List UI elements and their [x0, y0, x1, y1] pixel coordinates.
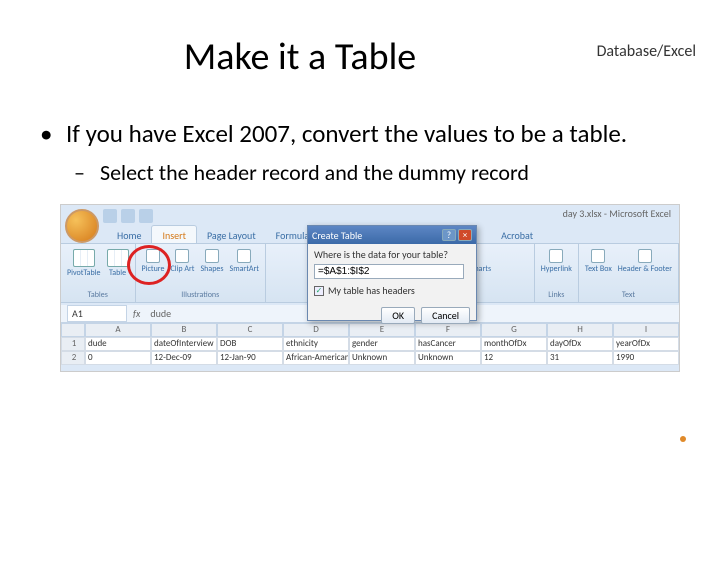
cancel-button[interactable]: Cancel: [421, 307, 470, 324]
content: • If you have Excel 2007, convert the va…: [40, 118, 680, 186]
group-text: Text Box Header & Footer Text: [579, 244, 679, 302]
group-links: Hyperlink Links: [535, 244, 579, 302]
group-illustrations: Picture Clip Art Shapes SmartArt Illustr…: [136, 244, 266, 302]
cell[interactable]: gender: [349, 337, 415, 351]
checkbox-icon: ✓: [314, 286, 324, 296]
cell[interactable]: dude: [85, 337, 151, 351]
app-titlebar: day 3.xlsx - Microsoft Excel: [563, 207, 671, 220]
row-header[interactable]: 1: [61, 337, 85, 351]
cell[interactable]: 12-Dec-09: [151, 351, 217, 365]
cell[interactable]: 1990: [613, 351, 679, 365]
quick-access-toolbar[interactable]: [103, 209, 153, 223]
shapes-button[interactable]: Shapes: [200, 249, 223, 274]
picture-button[interactable]: Picture: [142, 249, 165, 274]
cell[interactable]: 12: [481, 351, 547, 365]
cell[interactable]: yearOfDx: [613, 337, 679, 351]
col-g[interactable]: G: [481, 323, 547, 337]
cell[interactable]: Unknown: [349, 351, 415, 365]
excel-screenshot: day 3.xlsx - Microsoft Excel Home Insert…: [60, 204, 680, 372]
group-tables-label: Tables: [88, 290, 108, 300]
table-row: 1 dude dateOfInterview DOB ethnicity gen…: [61, 337, 679, 351]
bullet-dot: •: [40, 118, 58, 149]
col-h[interactable]: H: [547, 323, 613, 337]
range-input[interactable]: [314, 264, 464, 279]
office-button[interactable]: [65, 209, 99, 243]
name-box[interactable]: A1: [67, 305, 127, 322]
header-footer-button[interactable]: Header & Footer: [618, 249, 672, 274]
group-illustrations-label: Illustrations: [181, 290, 219, 300]
table-button[interactable]: Table: [107, 249, 129, 278]
checkbox-label: My table has headers: [328, 284, 415, 297]
cell[interactable]: monthOfDx: [481, 337, 547, 351]
row-header[interactable]: 2: [61, 351, 85, 365]
group-tables: PivotTable Table Tables: [61, 244, 136, 302]
dialog-title: Create Table: [312, 229, 362, 242]
col-c[interactable]: C: [217, 323, 283, 337]
tab-insert[interactable]: Insert: [151, 225, 197, 245]
cell[interactable]: 12-Jan-90: [217, 351, 283, 365]
clipart-button[interactable]: Clip Art: [170, 249, 194, 274]
create-table-dialog: Create Table ? × Where is the data for y…: [307, 225, 477, 321]
sub-bullet-text: Select the header record and the dummy r…: [100, 159, 529, 186]
cell[interactable]: dayOfDx: [547, 337, 613, 351]
cell[interactable]: dateOfInterview: [151, 337, 217, 351]
group-links-label: Links: [548, 290, 564, 300]
ok-button[interactable]: OK: [381, 307, 415, 324]
group-text-label: Text: [622, 290, 635, 300]
col-a[interactable]: A: [85, 323, 151, 337]
formula-value[interactable]: dude: [146, 307, 171, 320]
help-icon[interactable]: ?: [442, 229, 456, 241]
cell[interactable]: hasCancer: [415, 337, 481, 351]
dash: –: [74, 159, 90, 186]
cell[interactable]: Unknown: [415, 351, 481, 365]
col-b[interactable]: B: [151, 323, 217, 337]
cell[interactable]: ethnicity: [283, 337, 349, 351]
dialog-prompt: Where is the data for your table?: [314, 248, 470, 261]
annotation-dot: [680, 436, 686, 442]
hyperlink-button[interactable]: Hyperlink: [541, 249, 572, 274]
headers-checkbox[interactable]: ✓ My table has headers: [314, 284, 470, 297]
close-icon[interactable]: ×: [458, 229, 472, 241]
col-i[interactable]: I: [613, 323, 679, 337]
pivot-table-button[interactable]: PivotTable: [67, 249, 101, 278]
dialog-titlebar[interactable]: Create Table ? ×: [308, 226, 476, 244]
fx-icon[interactable]: fx: [133, 307, 140, 320]
smartart-button[interactable]: SmartArt: [230, 249, 259, 274]
cell[interactable]: 0: [85, 351, 151, 365]
text-box-button[interactable]: Text Box: [585, 249, 612, 274]
cell[interactable]: African-American: [283, 351, 349, 365]
cell[interactable]: 31: [547, 351, 613, 365]
header-label: Database/Excel: [597, 42, 696, 61]
table-row: 2 0 12-Dec-09 12-Jan-90 African-American…: [61, 351, 679, 365]
cell[interactable]: DOB: [217, 337, 283, 351]
bullet-text: If you have Excel 2007, convert the valu…: [66, 118, 627, 149]
